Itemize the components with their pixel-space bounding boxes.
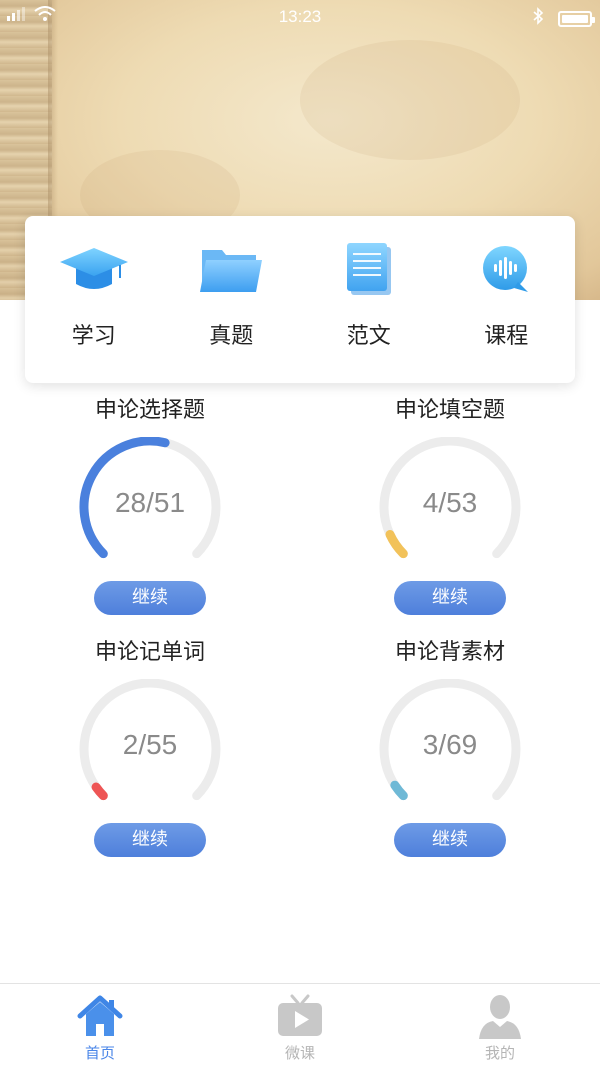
tab-label: 我的 [484,1044,515,1062]
tab-mine[interactable]: 我的 [440,984,560,1067]
progress-card-choice: 申论选择题 28/51 继续 [0,395,300,615]
continue-button[interactable]: 继续 [94,581,206,615]
progress-gauge: 28/51 [70,437,230,567]
gauge-fill [390,780,408,801]
progress-gauge: 2/55 [70,679,230,809]
progress-title: 申论记单词 [94,640,205,665]
continue-button[interactable]: 继续 [394,581,506,615]
gauge-fill [91,782,108,801]
graduation-cap-icon [34,240,154,300]
progress-value: 4/53 [422,487,478,518]
progress-title: 申论背素材 [394,640,505,665]
menu-item-model-essays[interactable]: 范文 [309,240,429,350]
tv-play-icon [240,992,360,1040]
progress-gauge: 4/53 [370,437,530,567]
bottom-tab-bar: 首页 微课 我的 [0,983,600,1067]
menu-item-study[interactable]: 学习 [34,240,154,350]
progress-value: 28/51 [114,487,186,518]
status-time: 13:23 [278,7,322,26]
gauge-fill [385,529,408,559]
battery-icon [558,10,595,27]
progress-value: 2/55 [122,729,178,760]
menu-item-label: 范文 [346,324,391,349]
tab-label: 首页 [84,1044,115,1062]
continue-button[interactable]: 继续 [394,823,506,857]
bluetooth-icon [532,7,544,30]
menu-item-label: 学习 [71,324,116,349]
progress-value: 3/69 [422,729,478,760]
user-icon [440,992,560,1040]
progress-card-materials: 申论背素材 3/69 继续 [300,637,600,857]
tab-micro-course[interactable]: 微课 [240,984,360,1067]
progress-card-fill-blank: 申论填空题 4/53 继续 [300,395,600,615]
audio-bubble-icon [446,240,566,300]
menu-item-label: 真题 [209,324,254,349]
progress-gauge: 3/69 [370,679,530,809]
status-bar: 13:23 [0,0,600,34]
menu-item-exam-papers[interactable]: 真题 [171,240,291,350]
progress-title: 申论选择题 [94,398,205,423]
menu-item-label: 课程 [484,324,529,349]
tab-label: 微课 [284,1044,315,1062]
parchment-stain [300,40,520,160]
home-icon [40,992,160,1040]
progress-title: 申论填空题 [394,398,505,423]
quick-menu-card: 学习 真题 范文 课程 [25,216,575,383]
progress-card-vocabulary: 申论记单词 2/55 继续 [0,637,300,857]
tab-home[interactable]: 首页 [40,984,160,1067]
folder-icon [171,240,291,300]
menu-item-courses[interactable]: 课程 [446,240,566,350]
document-icon [309,240,429,300]
continue-button[interactable]: 继续 [94,823,206,857]
